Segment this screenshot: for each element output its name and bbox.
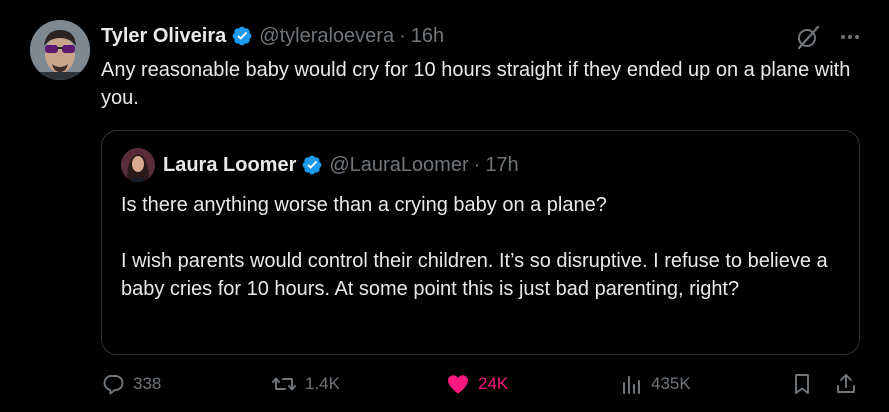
repost-button[interactable]: 1.4K [271, 372, 340, 396]
share-button[interactable] [834, 372, 858, 396]
quoted-author-name[interactable]: Laura Loomer [163, 154, 296, 177]
quoted-paragraph: I wish parents would control their child… [121, 250, 828, 300]
verified-badge-icon [231, 25, 253, 47]
repost-count: 1.4K [305, 374, 340, 393]
bookmark-icon [791, 372, 813, 396]
tweet-header: Tyler Oliveira @tyleraloevera · 16h [101, 22, 444, 50]
quoted-separator-dot: · [473, 153, 481, 176]
views-icon [621, 372, 643, 396]
avatar-photo [30, 20, 90, 80]
repost-icon [271, 372, 297, 396]
tweet[interactable]: Tyler Oliveira @tyleraloevera · 16h Any [0, 0, 889, 412]
tweet-text: Any reasonable baby would cry for 10 hou… [101, 59, 851, 109]
quoted-timestamp[interactable]: 17h [485, 154, 518, 177]
author-handle[interactable]: @tyleraloevera [259, 25, 394, 48]
separator-dot: · [399, 24, 406, 47]
like-button[interactable]: 24K [446, 372, 508, 396]
action-bar: 338 1.4K 24K 435K [101, 372, 861, 400]
quoted-paragraph: Is there anything worse than a crying ba… [121, 194, 607, 216]
top-right-icons [795, 24, 861, 55]
share-icon [834, 372, 858, 396]
timestamp[interactable]: 16h [411, 25, 444, 48]
quoted-avatar-photo [121, 148, 155, 182]
quoted-tweet-header: Laura Loomer @LauraLoomer · 17h [121, 148, 519, 182]
like-count: 24K [478, 374, 509, 393]
quoted-author-handle[interactable]: @LauraLoomer [329, 154, 468, 177]
reply-count: 338 [133, 374, 162, 393]
reply-button[interactable]: 338 [101, 372, 161, 396]
quoted-tweet-text: Is there anything worse than a crying ba… [121, 191, 841, 303]
quoted-author-avatar[interactable] [121, 148, 155, 182]
author-name[interactable]: Tyler Oliveira [101, 25, 226, 48]
bookmark-button[interactable] [791, 372, 813, 396]
grok-icon[interactable] [795, 24, 821, 55]
views-button[interactable]: 435K [621, 372, 691, 396]
views-count: 435K [651, 374, 691, 393]
quoted-verified-badge-icon [301, 154, 323, 176]
reply-icon [101, 372, 125, 396]
author-avatar[interactable] [30, 20, 90, 80]
more-icon[interactable] [839, 26, 861, 53]
like-icon [446, 372, 470, 396]
quoted-tweet[interactable]: Laura Loomer @LauraLoomer · 17h Is there… [101, 130, 860, 355]
